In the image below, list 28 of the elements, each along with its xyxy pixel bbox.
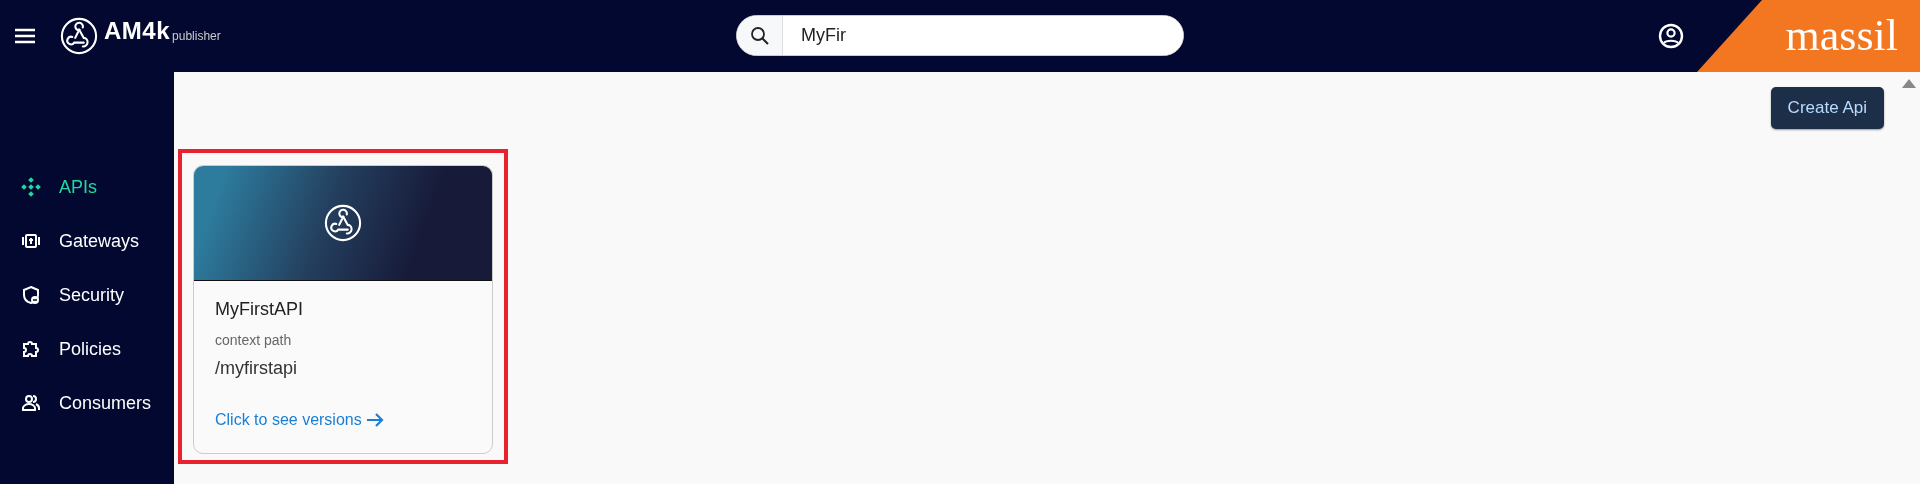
menu-icon [14, 28, 36, 44]
nav-item[interactable]: Gateways [0, 214, 174, 268]
nav-item[interactable]: Security [0, 268, 174, 322]
puzzle-icon [21, 339, 41, 359]
user-icon [1658, 23, 1684, 49]
search-field[interactable]: MyFir [736, 15, 1184, 56]
users-icon [21, 393, 41, 413]
arrow-right-icon [365, 413, 384, 427]
nav-item[interactable]: Consumers [0, 376, 174, 430]
create-api-button[interactable]: Create Api [1770, 87, 1884, 129]
brand-name: AM4k [104, 17, 171, 45]
diamond-nodes-icon [21, 177, 41, 197]
webhook-logo-icon [60, 17, 98, 55]
nav-item[interactable]: APIs [0, 160, 174, 214]
shield-icon [21, 285, 41, 305]
context-path: /myfirstapi [215, 358, 298, 379]
api-card[interactable]: MyFirstAPI context path /myfirstapi Click to see versions [193, 165, 493, 454]
gateway-icon [21, 231, 41, 251]
api-name: MyFirstAPI [215, 299, 304, 320]
search-icon [749, 25, 770, 46]
brand-subtitle: publisher [172, 29, 221, 43]
nav-item[interactable]: Policies [0, 322, 174, 376]
account-button[interactable] [1658, 23, 1684, 49]
scroll-up-arrow[interactable] [1902, 79, 1916, 88]
context-path-label: context path [215, 332, 293, 348]
partner-logo: massil [1785, 14, 1898, 58]
webhook-logo-icon [324, 204, 362, 242]
versions-link[interactable]: Click to see versions [215, 411, 384, 429]
